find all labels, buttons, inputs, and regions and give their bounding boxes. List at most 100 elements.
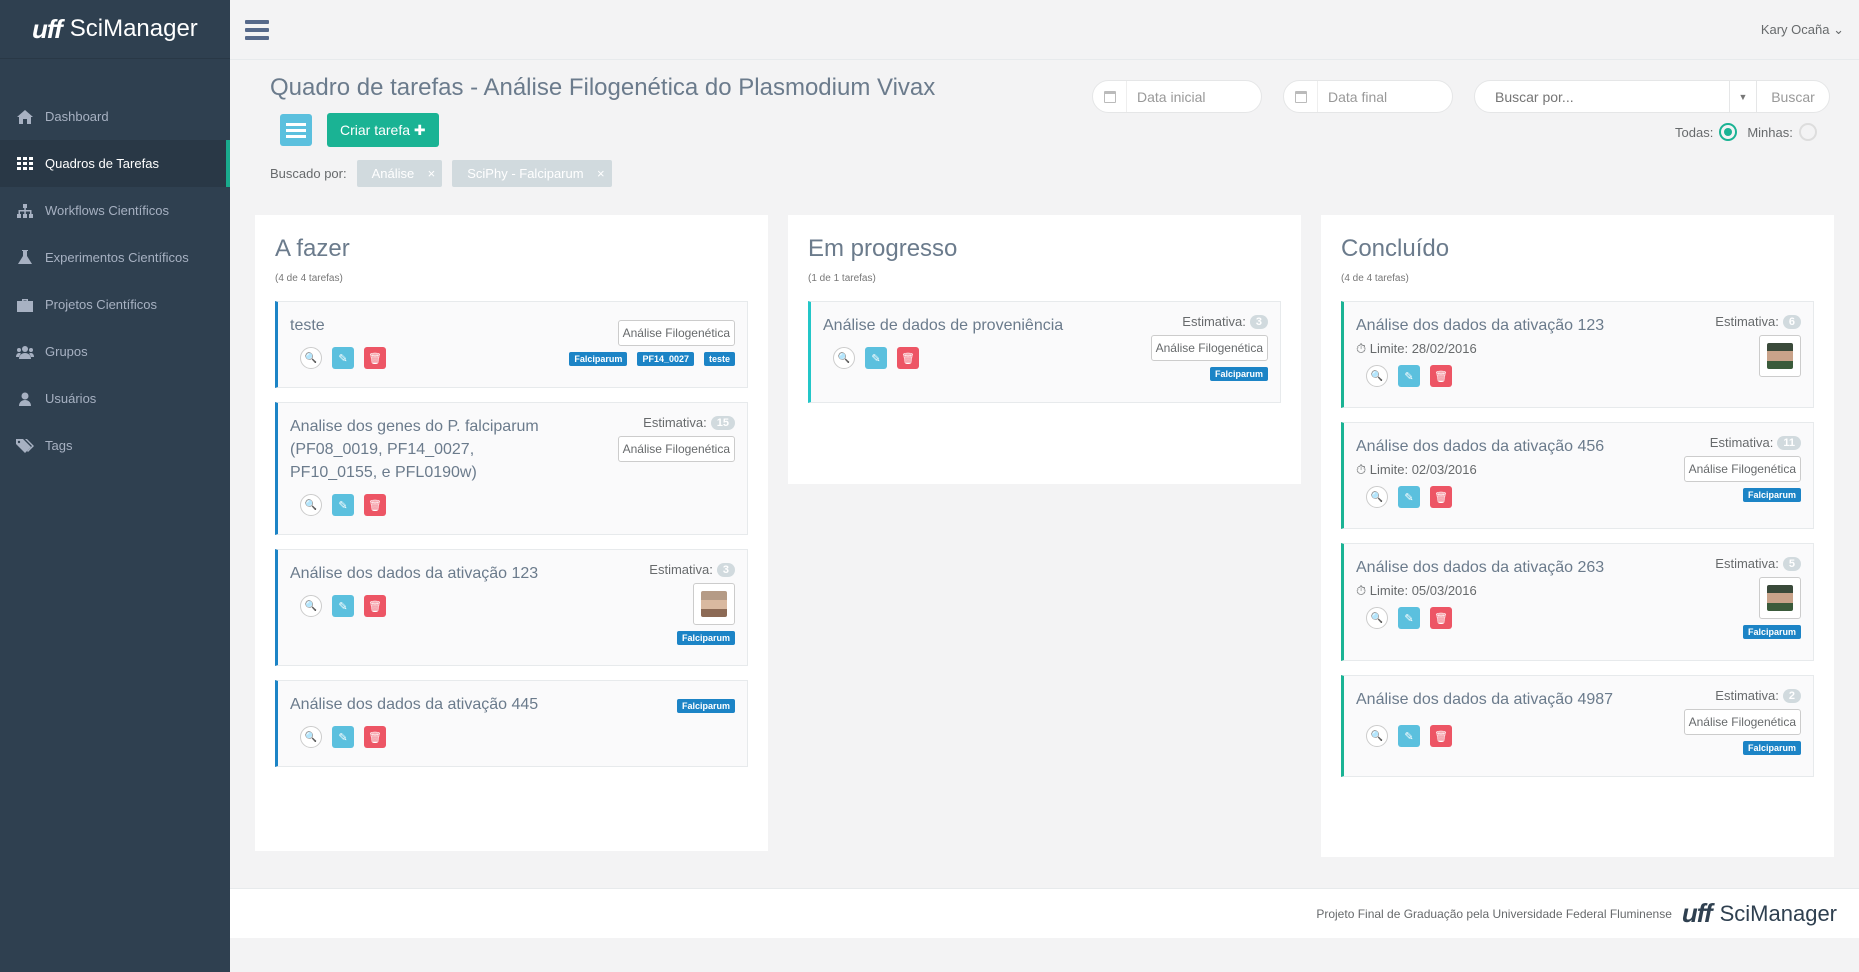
- task-label[interactable]: teste: [703, 352, 735, 366]
- date-end-field[interactable]: Data final: [1283, 80, 1453, 113]
- task-labels: Falciparum: [1742, 741, 1801, 755]
- grid-icon: [15, 156, 35, 171]
- estimate-badge: 15: [710, 415, 735, 430]
- search-dropdown-caret-icon[interactable]: ▼: [1729, 81, 1757, 112]
- user-name: Kary Ocaña: [1760, 21, 1830, 37]
- estimate-badge: 5: [1782, 556, 1801, 571]
- remove-filter-icon[interactable]: ×: [428, 166, 436, 181]
- edit-task-button[interactable]: ✎: [332, 726, 354, 748]
- hamburger-menu-icon[interactable]: [245, 19, 269, 40]
- filter-chip[interactable]: SciPhy - Falciparum ×: [452, 160, 612, 187]
- task-card[interactable]: Análise dos dados da ativação 263 ⏱ Limi…: [1341, 543, 1814, 661]
- edit-task-button[interactable]: ✎: [1398, 725, 1420, 747]
- sidebar-item-groups[interactable]: Grupos: [0, 328, 230, 375]
- delete-task-button[interactable]: 🗑: [364, 726, 386, 748]
- sidebar-item-workflows[interactable]: Workflows Científicos: [0, 187, 230, 234]
- delete-task-button[interactable]: 🗑: [364, 494, 386, 516]
- task-tag[interactable]: Análise Filogenética: [1683, 709, 1801, 735]
- sidebar-item-experiments[interactable]: Experimentos Científicos: [0, 234, 230, 281]
- delete-task-button[interactable]: 🗑: [1430, 486, 1452, 508]
- filter-chip[interactable]: Análise ×: [356, 160, 443, 187]
- task-tag[interactable]: Análise Filogenética: [617, 436, 735, 462]
- task-card[interactable]: teste Análise Filogenética Falciparum PF…: [275, 301, 748, 388]
- task-tag[interactable]: Análise Filogenética: [1683, 456, 1801, 482]
- column-in-progress: Em progresso (1 de 1 tarefas) Análise de…: [788, 215, 1301, 484]
- task-meta: Estimativa: 15 Análise Filogenética: [617, 414, 735, 462]
- edit-task-button[interactable]: ✎: [1398, 607, 1420, 629]
- task-meta: Estimativa: 3 Análise Filogenética Falcip…: [1150, 313, 1268, 381]
- delete-task-button[interactable]: 🗑: [364, 595, 386, 617]
- search-button[interactable]: Buscar: [1757, 89, 1829, 105]
- task-label[interactable]: Falciparum: [1742, 488, 1801, 502]
- task-card[interactable]: Análise dos dados da ativação 456 ⏱ Limi…: [1341, 422, 1814, 529]
- task-estimate: Estimativa: 11: [1710, 435, 1801, 450]
- task-estimate: Estimativa: 3: [649, 562, 735, 577]
- sidebar-item-task-boards[interactable]: Quadros de Tarefas: [0, 140, 230, 187]
- search-group: ▼ Buscar: [1474, 80, 1830, 113]
- edit-task-button[interactable]: ✎: [1398, 486, 1420, 508]
- estimate-label: Estimativa:: [649, 562, 713, 577]
- edit-task-button[interactable]: ✎: [332, 347, 354, 369]
- task-card[interactable]: Analise dos genes do P. falciparum (PF08…: [275, 402, 748, 535]
- task-card[interactable]: Análise de dados de proveniência Estimat…: [808, 301, 1281, 403]
- scope-all-radio[interactable]: [1719, 123, 1738, 141]
- user-menu[interactable]: Kary Ocaña ⌄: [1761, 22, 1844, 38]
- task-card[interactable]: Análise dos dados da ativação 123 ⏱ Limi…: [1341, 301, 1814, 408]
- sidebar-item-projects[interactable]: Projetos Científicos: [0, 281, 230, 328]
- task-tag[interactable]: Análise Filogenética: [1150, 335, 1268, 361]
- task-label[interactable]: Falciparum: [1742, 625, 1801, 639]
- task-label[interactable]: Falciparum: [569, 352, 628, 366]
- user-icon: [15, 392, 35, 406]
- plus-icon: ✚: [413, 121, 426, 138]
- task-label[interactable]: PF14_0027: [637, 352, 694, 366]
- task-label[interactable]: Falciparum: [676, 699, 735, 713]
- task-label[interactable]: Falciparum: [1209, 367, 1268, 381]
- task-card[interactable]: Análise dos dados da ativação 445 Falcip…: [275, 680, 748, 767]
- delete-task-button[interactable]: 🗑: [364, 347, 386, 369]
- column-title: Em progresso: [808, 235, 958, 262]
- search-input[interactable]: [1475, 88, 1729, 105]
- edit-task-button[interactable]: ✎: [332, 494, 354, 516]
- female-avatar[interactable]: [693, 583, 735, 625]
- active-filters: Buscado por: Análise × SciPhy - Falcipar…: [270, 160, 612, 187]
- view-task-button[interactable]: 🔍: [1366, 725, 1388, 747]
- sidebar-item-label: Grupos: [45, 344, 88, 359]
- task-label[interactable]: Falciparum: [1742, 741, 1801, 755]
- app-logo[interactable]: uff SciManager: [0, 0, 230, 59]
- estimate-label: Estimativa:: [1709, 435, 1774, 450]
- remove-filter-icon[interactable]: ×: [597, 166, 605, 181]
- view-toggle-button[interactable]: [280, 114, 312, 146]
- delete-task-button[interactable]: 🗑: [1430, 365, 1452, 387]
- view-task-button[interactable]: 🔍: [300, 726, 322, 748]
- app-name: SciManager: [69, 15, 198, 42]
- male-avatar[interactable]: [1759, 335, 1801, 377]
- date-start-field[interactable]: Data inicial: [1092, 80, 1262, 113]
- edit-task-button[interactable]: ✎: [865, 347, 887, 369]
- sidebar-item-tags[interactable]: Tags: [0, 422, 230, 469]
- view-task-button[interactable]: 🔍: [1366, 607, 1388, 629]
- view-task-button[interactable]: 🔍: [1366, 486, 1388, 508]
- task-title: Analise dos genes do P. falciparum (PF08…: [290, 418, 539, 481]
- male-avatar[interactable]: [1759, 577, 1801, 619]
- sidebar-item-dashboard[interactable]: Dashboard: [0, 93, 230, 140]
- view-task-button[interactable]: 🔍: [300, 347, 322, 369]
- filter-chip-label: SciPhy - Falciparum: [467, 166, 584, 181]
- tags-icon: [15, 438, 35, 453]
- task-labels: Falciparum: [1742, 625, 1801, 639]
- delete-task-button[interactable]: 🗑: [1430, 607, 1452, 629]
- create-task-button[interactable]: Criar tarefa ✚: [327, 113, 439, 147]
- delete-task-button[interactable]: 🗑: [897, 347, 919, 369]
- view-task-button[interactable]: 🔍: [833, 347, 855, 369]
- task-tag[interactable]: Análise Filogenética: [617, 320, 735, 346]
- delete-task-button[interactable]: 🗑: [1430, 725, 1452, 747]
- task-card[interactable]: Análise dos dados da ativação 123 Estima…: [275, 549, 748, 666]
- edit-task-button[interactable]: ✎: [1398, 365, 1420, 387]
- view-task-button[interactable]: 🔍: [300, 595, 322, 617]
- view-task-button[interactable]: 🔍: [1366, 365, 1388, 387]
- scope-mine-radio[interactable]: [1798, 123, 1817, 141]
- view-task-button[interactable]: 🔍: [300, 494, 322, 516]
- task-card[interactable]: Análise dos dados da ativação 4987 Estim…: [1341, 675, 1814, 777]
- task-label[interactable]: Falciparum: [676, 631, 735, 645]
- edit-task-button[interactable]: ✎: [332, 595, 354, 617]
- sidebar-item-users[interactable]: Usuários: [0, 375, 230, 422]
